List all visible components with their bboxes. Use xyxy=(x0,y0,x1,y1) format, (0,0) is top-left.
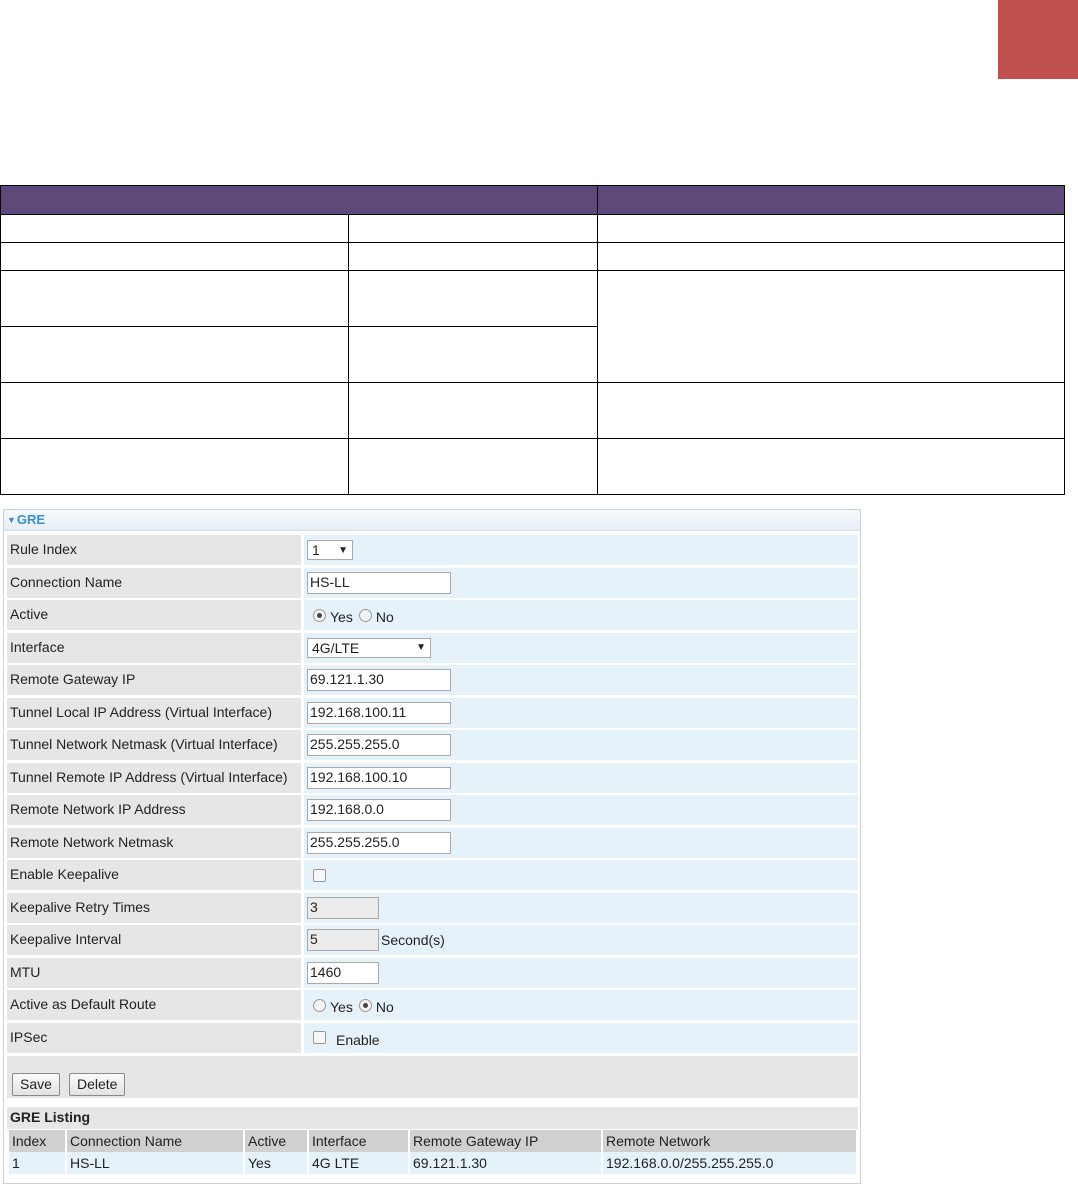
default-route-yes-radio[interactable] xyxy=(313,998,326,1012)
column-header: Remote Gateway IP xyxy=(410,1130,601,1152)
row-connection-name: Connection Name HS-LL xyxy=(7,567,858,601)
interface-select[interactable]: 4G/LTE ▼ xyxy=(307,637,431,658)
tunnel-remote-ip-label: Tunnel Remote IP Address (Virtual Interf… xyxy=(7,762,301,793)
dropdown-arrow-icon: ▼ xyxy=(338,544,348,556)
ipsec-enable-label: Enable xyxy=(336,1031,380,1048)
table-cell: 69.121.1.30 xyxy=(410,1152,601,1174)
tunnel-remote-ip-input[interactable]: 192.168.100.10 xyxy=(307,766,451,789)
mtu-label: MTU xyxy=(7,957,301,988)
row-enable-keepalive: Enable Keepalive xyxy=(7,860,858,893)
table-cell: 1 xyxy=(9,1152,65,1174)
active-no-radio[interactable] xyxy=(358,608,372,622)
table-cell: 4G LTE xyxy=(309,1152,408,1174)
rule-index-label: Rule Index xyxy=(7,535,301,565)
column-header: Remote Network xyxy=(603,1130,856,1152)
table-cell: 192.168.0.0/255.255.255.0 xyxy=(603,1152,856,1174)
row-tunnel-local-ip: Tunnel Local IP Address (Virtual Interfa… xyxy=(7,697,858,731)
ipsec-label: IPSec xyxy=(7,1022,301,1053)
rule-index-select[interactable]: 1 ▼ xyxy=(307,540,353,560)
gre-panel-header[interactable]: ▼GRE xyxy=(4,510,860,531)
row-keepalive-interval: Keepalive Interval 5 Second(s) xyxy=(7,925,858,958)
column-header: Index xyxy=(9,1130,65,1152)
gre-panel: ▼GRE Rule Index 1 ▼ Connection Name HS-LL… xyxy=(3,509,861,1184)
table-row[interactable]: 1 HS-LL Yes 4G LTE 69.121.1.30 192.168.0… xyxy=(9,1152,856,1174)
row-tunnel-remote-ip: Tunnel Remote IP Address (Virtual Interf… xyxy=(7,762,858,796)
keepalive-retry-input[interactable]: 3 xyxy=(307,896,379,919)
action-bar: Save Delete xyxy=(7,1056,858,1098)
ipsec-enable-checkbox[interactable] xyxy=(313,1031,326,1044)
remote-network-ip-input[interactable]: 192.168.0.0 xyxy=(307,799,451,821)
connection-name-input[interactable]: HS-LL xyxy=(307,571,451,594)
enable-keepalive-label: Enable Keepalive xyxy=(7,860,301,890)
row-remote-network-netmask: Remote Network Netmask 255.255.255.0 xyxy=(7,827,858,861)
remote-network-netmask-input[interactable]: 255.255.255.0 xyxy=(307,831,451,854)
active-label: Active xyxy=(7,600,301,630)
tunnel-local-ip-input[interactable]: 192.168.100.11 xyxy=(307,701,451,724)
keepalive-interval-label: Keepalive Interval xyxy=(7,925,301,955)
row-active: Active Yes No xyxy=(7,600,858,633)
remote-gateway-input[interactable]: 69.121.1.30 xyxy=(307,669,451,691)
interface-label: Interface xyxy=(7,632,301,663)
remote-gateway-label: Remote Gateway IP xyxy=(7,665,301,695)
delete-button[interactable]: Delete xyxy=(69,1073,126,1096)
interface-value: 4G/LTE xyxy=(312,639,360,656)
keepalive-interval-input[interactable]: 5 xyxy=(307,929,379,951)
page-corner-tab xyxy=(998,0,1078,79)
active-no-label: No xyxy=(375,609,394,625)
table-cell: HS-LL xyxy=(67,1152,243,1174)
gre-listing-table: Index Connection Name Active Interface R… xyxy=(7,1130,858,1174)
collapse-triangle-icon[interactable]: ▼ xyxy=(7,515,16,525)
table-cell: Yes xyxy=(245,1152,307,1174)
document-table xyxy=(0,185,1065,495)
table-header-row: Index Connection Name Active Interface R… xyxy=(9,1130,856,1152)
dropdown-arrow-icon: ▼ xyxy=(416,642,426,653)
row-mtu: MTU 1460 xyxy=(7,957,858,991)
default-route-no-radio[interactable] xyxy=(358,998,372,1012)
gre-listing-title: GRE Listing xyxy=(7,1107,858,1129)
row-ipsec: IPSec Enable xyxy=(7,1022,858,1056)
row-keepalive-retry: Keepalive Retry Times 3 xyxy=(7,892,858,926)
tunnel-netmask-input[interactable]: 255.255.255.0 xyxy=(307,734,451,756)
active-yes-radio[interactable] xyxy=(313,608,326,622)
mtu-input[interactable]: 1460 xyxy=(307,961,379,984)
row-remote-network-ip: Remote Network IP Address 192.168.0.0 xyxy=(7,795,858,828)
active-yes-label: Yes xyxy=(330,609,353,625)
tunnel-local-ip-label: Tunnel Local IP Address (Virtual Interfa… xyxy=(7,697,301,728)
tunnel-netmask-label: Tunnel Network Netmask (Virtual Interfac… xyxy=(7,730,301,760)
row-remote-gateway: Remote Gateway IP 69.121.1.30 xyxy=(7,665,858,698)
keepalive-retry-label: Keepalive Retry Times xyxy=(7,892,301,923)
default-route-label: Active as Default Route xyxy=(7,990,301,1020)
row-rule-index: Rule Index 1 ▼ xyxy=(7,535,858,568)
rule-index-value: 1 xyxy=(312,542,320,558)
connection-name-label: Connection Name xyxy=(7,567,301,598)
row-default-route: Active as Default Route Yes No xyxy=(7,990,858,1023)
gre-panel-title: GRE xyxy=(16,512,46,527)
save-button[interactable]: Save xyxy=(12,1073,60,1096)
row-tunnel-netmask: Tunnel Network Netmask (Virtual Interfac… xyxy=(7,730,858,763)
column-header: Interface xyxy=(309,1130,408,1152)
gre-form: Rule Index 1 ▼ Connection Name HS-LL Acti… xyxy=(7,535,858,1055)
default-route-yes-label: Yes xyxy=(330,999,353,1015)
remote-network-netmask-label: Remote Network Netmask xyxy=(7,827,301,858)
column-header: Connection Name xyxy=(67,1130,243,1152)
column-header: Active xyxy=(245,1130,307,1152)
enable-keepalive-checkbox[interactable] xyxy=(313,868,326,882)
default-route-no-label: No xyxy=(375,999,394,1015)
keepalive-interval-unit: Second(s) xyxy=(381,932,445,948)
remote-network-ip-label: Remote Network IP Address xyxy=(7,795,301,825)
row-interface: Interface 4G/LTE ▼ xyxy=(7,632,858,666)
